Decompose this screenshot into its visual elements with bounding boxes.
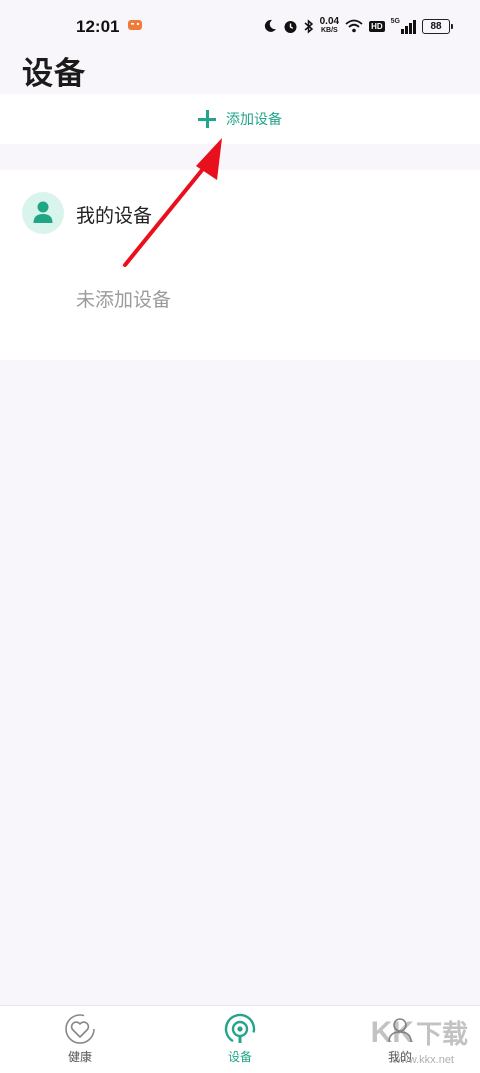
wifi-icon [345,19,363,33]
network-speed: 0.04 KB/S [319,16,340,35]
plus-icon [198,110,216,128]
device-watch-icon [224,1013,256,1045]
status-time: 12:01 [76,17,120,36]
page-title: 设备 [22,56,86,92]
moon-icon [264,19,276,32]
user-avatar-icon [22,192,64,234]
tab-health[interactable]: 健康 [30,1006,130,1073]
hd-icon: HD [369,20,385,32]
health-heart-icon [65,1014,95,1044]
watermark-logo: KK 下载 [370,1015,468,1050]
add-device-button[interactable]: 添加设备 [0,94,480,144]
my-devices-title: 我的设备 [76,205,153,227]
tab-device[interactable]: 设备 [190,1006,290,1073]
bluetooth-icon [304,18,313,34]
alarm-icon [284,20,297,33]
signal-icon: 5G [391,18,416,34]
battery-icon: 88 [422,18,453,34]
add-device-label: 添加设备 [226,112,282,128]
game-icon [128,20,142,30]
watermark-url: www.kkx.net [392,1054,454,1066]
my-devices-card: 我的设备 未添加设备 [0,170,480,360]
status-icons: 0.04 KB/S HD 5G 88 [263,14,453,38]
no-devices-text: 未添加设备 [76,289,172,311]
status-bar: 12:01 0.04 KB/S HD 5G 88 [0,0,480,52]
